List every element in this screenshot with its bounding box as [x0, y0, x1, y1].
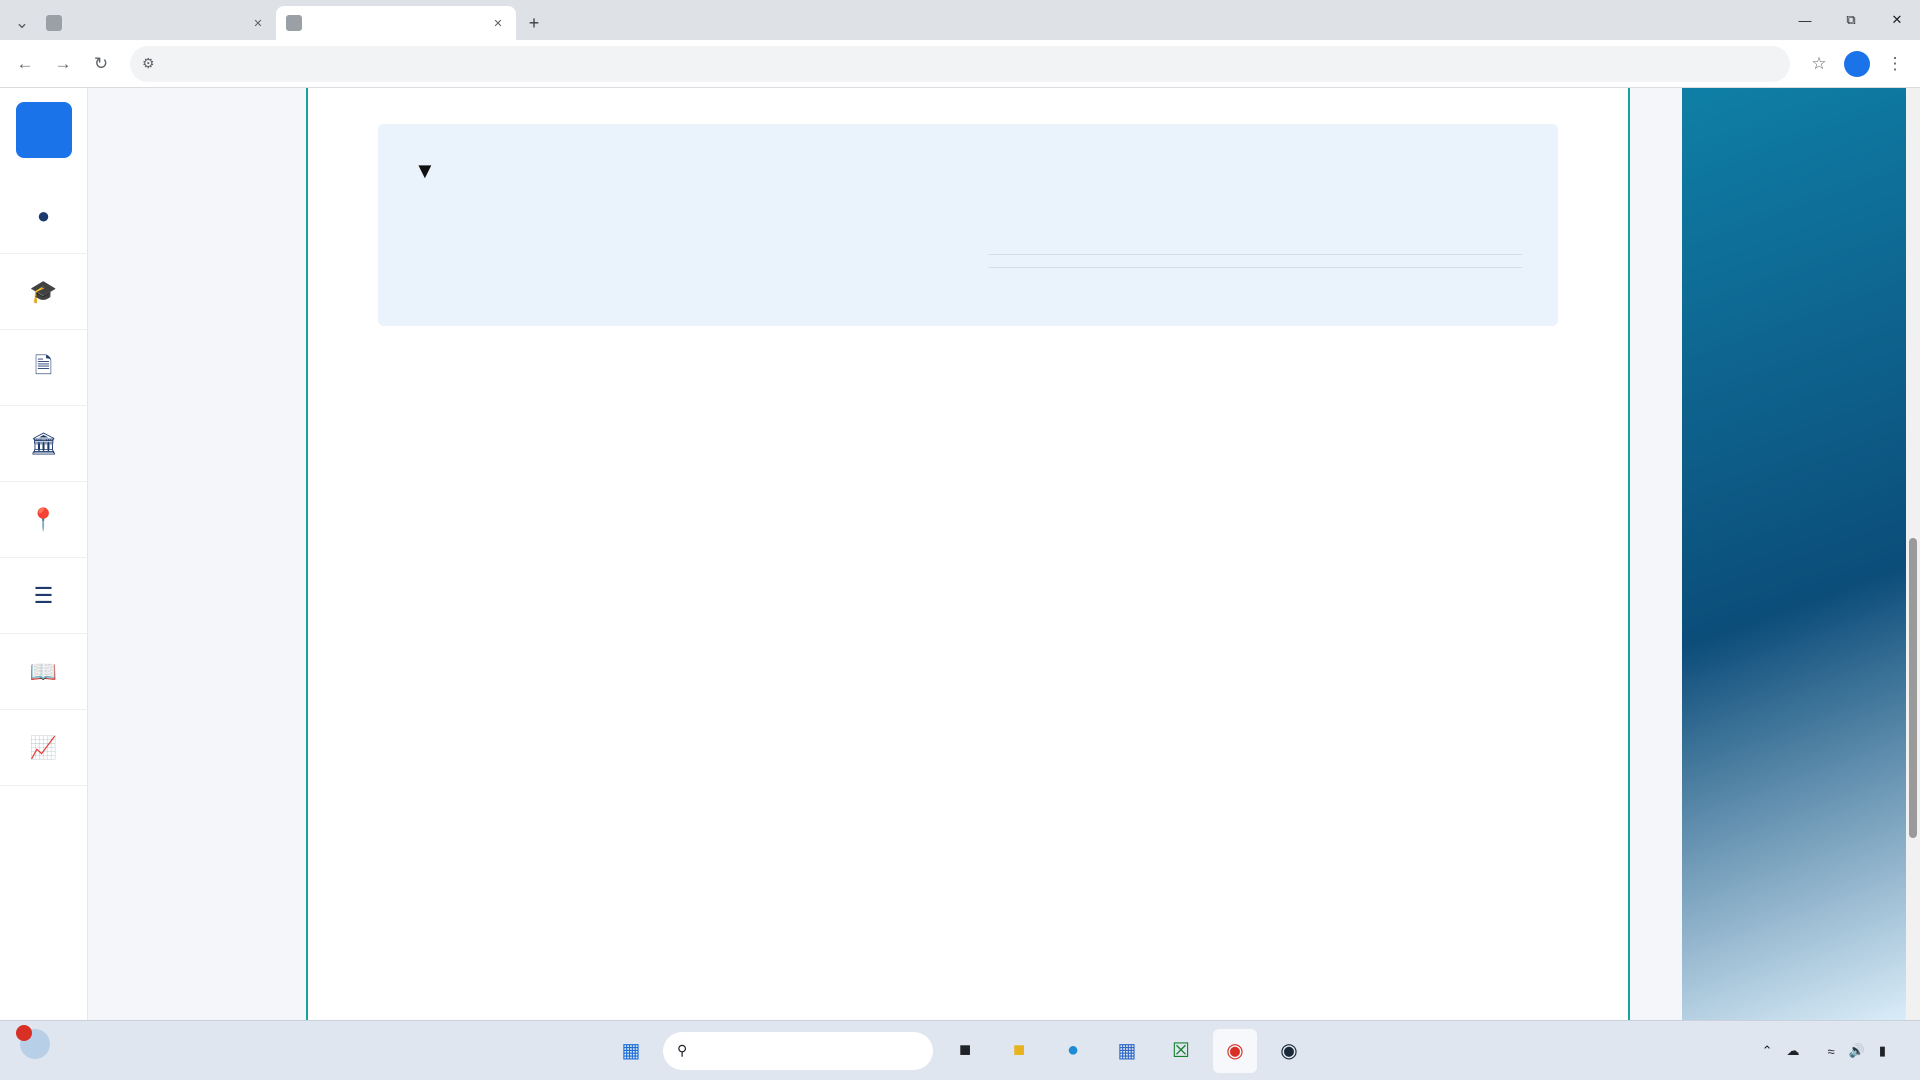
institution-icon: 🏛: [29, 430, 58, 456]
close-icon: ✕: [493, 17, 503, 30]
weight-row: [988, 255, 1522, 268]
back-button[interactable]: ←: [8, 47, 42, 81]
site-info-icon[interactable]: ⚙: [142, 55, 155, 72]
nav-news[interactable]: ☰: [0, 558, 88, 634]
scroll-thumb[interactable]: [1909, 538, 1917, 838]
battery-icon[interactable]: ▮: [1879, 1043, 1886, 1059]
forward-button[interactable]: →: [46, 47, 80, 81]
store-button[interactable]: ▦: [1105, 1029, 1149, 1073]
chrome-button[interactable]: ◉: [1213, 1028, 1257, 1073]
restore-button[interactable]: ⧉: [1828, 0, 1874, 40]
steam-button[interactable]: ◉: [1267, 1029, 1311, 1073]
weights-bar: [988, 210, 1522, 234]
close-icon: ✕: [1891, 12, 1903, 27]
volume-icon[interactable]: 🔊: [1849, 1043, 1865, 1059]
close-tab-button[interactable]: ✕: [490, 15, 506, 31]
method-column: [988, 200, 1522, 268]
card-columns: [414, 200, 1522, 268]
restore-icon: ⧉: [1846, 12, 1856, 27]
task-view-icon: ■: [958, 1039, 972, 1061]
nav-stats[interactable]: 📈: [0, 710, 88, 786]
triangle-down-icon: ▼: [414, 158, 436, 183]
wifi-icon[interactable]: ≈: [1828, 1044, 1835, 1059]
tab-search-button[interactable]: ⌄: [8, 9, 36, 37]
edge-button[interactable]: ●: [1051, 1029, 1095, 1073]
site-logo[interactable]: [15, 102, 72, 158]
search-icon: ⚲: [677, 1042, 688, 1058]
plus-icon: +: [528, 12, 540, 33]
close-tab-button[interactable]: ✕: [250, 15, 266, 31]
nav-profile[interactable]: ●: [0, 178, 88, 254]
weather-widget[interactable]: [16, 1025, 58, 1059]
folder-icon: ■: [1012, 1039, 1026, 1061]
tab-strip: ⌄ ✕ ✕ + — ⧉ ✕: [0, 0, 1920, 40]
admission-info-card: ▼: [378, 124, 1558, 326]
card-toggle[interactable]: ▼: [414, 158, 1522, 184]
url-input[interactable]: [164, 55, 1778, 72]
tab-favicon-icon: [46, 15, 62, 31]
reload-icon: ↻: [93, 53, 109, 73]
user-icon: ●: [36, 202, 51, 228]
browser-tab[interactable]: ✕: [36, 6, 276, 40]
list-icon: ☰: [33, 582, 54, 608]
page-viewport: ● 🎓 🗎 🏛 📍 ☰ 📖 📈 ▼: [0, 88, 1920, 1020]
weather-cloud-icon: [16, 1025, 50, 1059]
arrow-left-icon: ←: [16, 53, 34, 73]
graduation-cap-icon: 🎓: [29, 278, 58, 304]
task-view-button[interactable]: ■: [943, 1029, 987, 1073]
page-scrollbar[interactable]: [1906, 88, 1920, 1020]
avatar: [1844, 50, 1870, 77]
reload-button[interactable]: ↻: [84, 47, 118, 81]
browser-toolbar: ← → ↻ ⚙ ☆ ⋮: [0, 40, 1920, 88]
xbox-icon: ☒: [1172, 1040, 1190, 1062]
store-icon: ▦: [1117, 1040, 1137, 1062]
side-navigation: ● 🎓 🗎 🏛 📍 ☰ 📖 📈: [0, 88, 88, 1020]
menu-button[interactable]: ⋮: [1878, 47, 1912, 81]
window-controls: — ⧉ ✕: [1782, 0, 1920, 40]
browser-tab-active[interactable]: ✕: [276, 6, 516, 40]
start-button[interactable]: ▦: [609, 1029, 653, 1073]
edge-icon: ●: [1066, 1039, 1080, 1061]
file-explorer-button[interactable]: ■: [997, 1029, 1041, 1073]
more-vertical-icon: ⋮: [1886, 53, 1904, 73]
os-taskbar: ▦ ⚲ ■ ■ ● ▦ ☒ ◉ ◉ ⌃ ☁ ≈ 🔊 ▮: [0, 1020, 1920, 1080]
map-pin-icon: 📍: [29, 506, 58, 532]
chart-icon: 📈: [29, 734, 58, 760]
minimize-button[interactable]: —: [1782, 0, 1828, 40]
nav-programs[interactable]: 🎓: [0, 254, 88, 330]
new-tab-button[interactable]: +: [520, 9, 548, 37]
windows-logo-icon: ▦: [621, 1040, 641, 1062]
star-icon: ☆: [1811, 53, 1827, 73]
arrow-right-icon: →: [54, 53, 72, 73]
profile-button[interactable]: [1840, 47, 1874, 81]
nav-universities[interactable]: 🏛: [0, 406, 88, 482]
minimize-icon: —: [1798, 12, 1812, 28]
tab-favicon-icon: [286, 15, 302, 31]
chrome-icon: ◉: [1226, 1040, 1244, 1062]
sync-icon[interactable]: ☁: [1787, 1043, 1800, 1059]
book-icon: 📖: [29, 658, 58, 684]
notification-badge: [16, 1025, 32, 1041]
steam-icon: ◉: [1280, 1040, 1298, 1062]
close-icon: ✕: [253, 17, 263, 30]
scores-column: [414, 200, 948, 268]
chevron-down-icon: ⌄: [14, 13, 30, 32]
address-bar[interactable]: ⚙: [130, 45, 1790, 82]
nav-documents[interactable]: 🗎: [0, 330, 88, 406]
weight-row: [988, 242, 1522, 255]
decorative-background: [1682, 88, 1920, 1020]
xbox-button[interactable]: ☒: [1159, 1029, 1203, 1073]
nav-guide[interactable]: 📖: [0, 634, 88, 710]
nav-map[interactable]: 📍: [0, 482, 88, 558]
show-hidden-icons-button[interactable]: ⌃: [1762, 1043, 1773, 1059]
document-icon: 🗎: [34, 352, 53, 378]
bookmark-button[interactable]: ☆: [1802, 47, 1836, 81]
close-window-button[interactable]: ✕: [1874, 0, 1920, 40]
system-tray: ⌃ ☁ ≈ 🔊 ▮: [1762, 1021, 1900, 1080]
taskbar-search-input[interactable]: [697, 1042, 919, 1059]
taskbar-search[interactable]: ⚲: [663, 1031, 933, 1070]
program-detail-panel: ▼: [306, 88, 1630, 1020]
taskbar-apps: ▦ ⚲ ■ ■ ● ▦ ☒ ◉ ◉: [609, 1028, 1311, 1073]
